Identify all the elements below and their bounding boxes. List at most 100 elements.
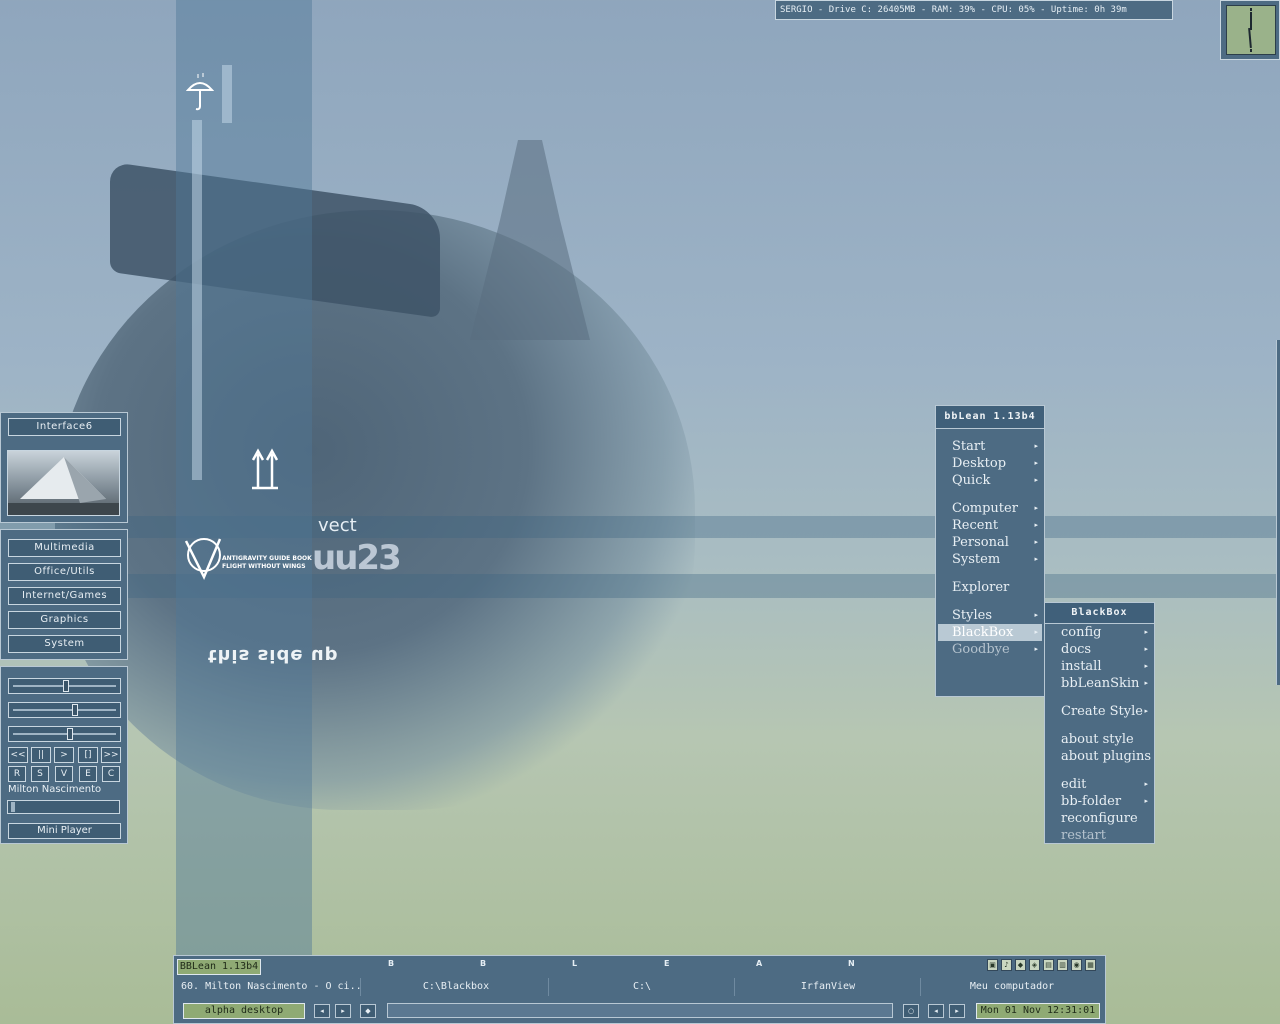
internet-games-button[interactable]: Internet/Games [8, 587, 121, 605]
menu-item-system[interactable]: System ▸ [938, 551, 1042, 568]
task-button[interactable]: 60. Milton Nascimento - O ci... [177, 978, 361, 996]
stop-button[interactable]: [] [78, 747, 98, 763]
next-button[interactable]: >> [101, 747, 121, 763]
tray-icon[interactable]: ▤ [1043, 959, 1054, 971]
menu-item-start[interactable]: Start ▸ [938, 438, 1042, 455]
wallpaper-column-bar [192, 120, 202, 480]
menu-item-docs[interactable]: docs ▸ [1047, 641, 1152, 658]
tray-icon[interactable]: ▣ [987, 959, 998, 971]
screen-edge-bar [1276, 340, 1280, 685]
clock-face [1226, 5, 1276, 55]
menu-item-label: edit [1061, 777, 1087, 792]
player-slider[interactable] [8, 726, 121, 742]
player-option-v[interactable]: V [55, 766, 73, 782]
submenu-arrow-icon: ▸ [1034, 628, 1038, 636]
workspace-prev-button[interactable]: ◂ [314, 1004, 330, 1018]
desktop-wallpaper: this side up ANTIGRAVITY GUIDE BOOK FLIG… [0, 0, 1280, 1024]
submenu-arrow-icon: ▸ [1034, 555, 1038, 563]
taskbar-version-label[interactable]: BBLean 1.13b4 [177, 959, 261, 975]
submenu-arrow-icon: ▸ [1144, 707, 1148, 715]
slider-knob[interactable] [62, 680, 69, 692]
slider-knob[interactable] [67, 728, 74, 740]
workspace-label[interactable]: alpha desktop [183, 1003, 305, 1019]
submenu-arrow-icon: ▸ [1034, 611, 1038, 619]
menu-item-label: bbLeanSkin [1061, 676, 1140, 691]
system-info-bar: SERGIO - Drive C: 26405MB - RAM: 39% - C… [775, 0, 1173, 20]
menu-item-create-style[interactable]: Create Style ▸ [1047, 703, 1152, 720]
workspace-menu-button[interactable]: ◆ [360, 1004, 376, 1018]
task-toggle-button[interactable]: ○ [903, 1004, 919, 1018]
tray-icon[interactable]: ◈ [1029, 959, 1040, 971]
menu-item-goodbye[interactable]: Goodbye ▸ [938, 641, 1042, 658]
tray-icon[interactable]: ▥ [1057, 959, 1068, 971]
task-prev-button[interactable]: ◂ [928, 1004, 944, 1018]
submenu-arrow-icon: ▸ [1034, 645, 1038, 653]
tray-icon[interactable]: ◉ [1071, 959, 1082, 971]
logo-line-1: ANTIGRAVITY GUIDE BOOK [222, 555, 312, 562]
menu-item-reconfigure[interactable]: reconfigure [1047, 810, 1152, 827]
menu-item-install[interactable]: install ▸ [1047, 658, 1152, 675]
player-option-e[interactable]: E [79, 766, 97, 782]
player-option-c[interactable]: C [102, 766, 120, 782]
submenu-arrow-icon: ▸ [1144, 780, 1148, 788]
menu-item-label: about style [1061, 732, 1134, 747]
menu-item-label: Desktop [952, 456, 1007, 471]
menu-item-label: Personal [952, 535, 1009, 550]
menu-item-blackbox[interactable]: BlackBox ▸ [938, 624, 1042, 641]
play-button[interactable]: > [54, 747, 74, 763]
mini-player-label[interactable]: Mini Player [8, 823, 121, 839]
menu-item-label: about plugins [1061, 749, 1152, 764]
menu-item-about-style[interactable]: about style [1047, 731, 1152, 748]
menu-item-restart[interactable]: restart [1047, 827, 1152, 844]
bblean-root-menu: bbLean 1.13b4 Start ▸ Desktop ▸ Quick ▸ Comput… [935, 405, 1045, 697]
menu-item-config[interactable]: config ▸ [1047, 624, 1152, 641]
multimedia-button[interactable]: Multimedia [8, 539, 121, 557]
submenu-arrow-icon: ▸ [1144, 797, 1148, 805]
tray-icon[interactable]: ♪ [1001, 959, 1012, 971]
player-slider[interactable] [8, 702, 121, 718]
menu-item-personal[interactable]: Personal ▸ [938, 534, 1042, 551]
menu-item-quick[interactable]: Quick ▸ [938, 472, 1042, 489]
workspace-next-button[interactable]: ▸ [335, 1004, 351, 1018]
menu-item-bb-folder[interactable]: bb-folder ▸ [1047, 793, 1152, 810]
task-button[interactable]: IrfanView [736, 978, 921, 996]
seek-bar[interactable] [7, 800, 120, 814]
submenu-arrow-icon: ▸ [1034, 442, 1038, 450]
taskbar-letter: N [848, 959, 855, 968]
tray-icon[interactable]: ▦ [1085, 959, 1096, 971]
taskbar-letter: B [480, 959, 487, 968]
tray-icon[interactable]: ◆ [1015, 959, 1026, 971]
taskbar-field[interactable] [387, 1003, 893, 1018]
menu-item-label: Styles [952, 608, 992, 623]
seek-knob[interactable] [11, 802, 15, 812]
office-utils-button[interactable]: Office/Utils [8, 563, 121, 581]
menu-item-bbleanskin[interactable]: bbLeanSkin ▸ [1047, 675, 1152, 692]
submenu-arrow-icon: ▸ [1144, 645, 1148, 653]
pause-button[interactable]: || [31, 747, 51, 763]
slider-knob[interactable] [72, 704, 79, 716]
menu-item-edit[interactable]: edit ▸ [1047, 776, 1152, 793]
wallpaper-column-bar [222, 65, 232, 123]
this-way-up-arrows-icon [251, 448, 279, 490]
menu-item-styles[interactable]: Styles ▸ [938, 607, 1042, 624]
menu-item-about-plugins[interactable]: about plugins [1047, 748, 1152, 765]
blackbox-submenu: BlackBox config ▸ docs ▸ install ▸ bbLeanSkin ▸… [1044, 602, 1155, 844]
player-option-s[interactable]: S [31, 766, 49, 782]
graphics-button[interactable]: Graphics [8, 611, 121, 629]
task-next-button[interactable]: ▸ [949, 1004, 965, 1018]
task-button[interactable]: C:\Blackbox [364, 978, 549, 996]
task-button[interactable]: Meu computador [922, 978, 1102, 996]
task-button[interactable]: C:\ [550, 978, 735, 996]
submenu-arrow-icon: ▸ [1144, 662, 1148, 670]
player-slider[interactable] [8, 678, 121, 694]
menu-item-desktop[interactable]: Desktop ▸ [938, 455, 1042, 472]
submenu-title: BlackBox [1045, 603, 1154, 624]
menu-item-computer[interactable]: Computer ▸ [938, 500, 1042, 517]
interface-title-button[interactable]: Interface6 [8, 418, 121, 436]
system-button[interactable]: System [8, 635, 121, 653]
menu-item-recent[interactable]: Recent ▸ [938, 517, 1042, 534]
menu-item-explorer[interactable]: Explorer [938, 579, 1042, 596]
player-option-r[interactable]: R [8, 766, 26, 782]
taskbar-clock[interactable]: Mon 01 Nov 12:31:01 [976, 1003, 1100, 1019]
previous-button[interactable]: << [8, 747, 28, 763]
